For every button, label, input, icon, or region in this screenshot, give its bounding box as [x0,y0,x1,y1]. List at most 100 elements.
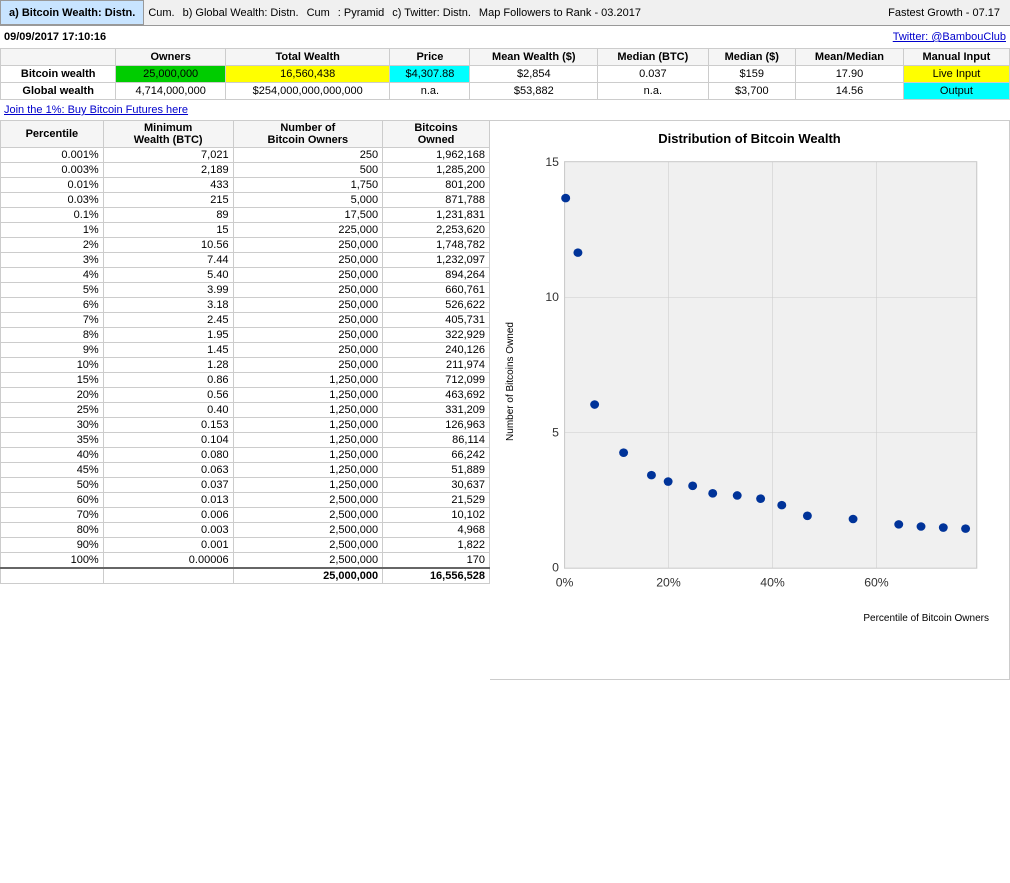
table-cell: 250 [233,148,383,163]
bitcoin-wealth-row: Bitcoin wealth 25,000,000 16,560,438 $4,… [1,66,1010,83]
bitcoin-total-wealth: 16,560,438 [225,66,389,83]
summary-table: Owners Total Wealth Price Mean Wealth ($… [0,48,1010,100]
col-header-manual: Manual Input [903,49,1009,66]
table-cell: 35% [1,433,104,448]
y-axis-label: Number of Bitcoins Owned [505,322,516,441]
table-row: 70%0.0062,500,00010,102 [1,508,490,523]
col-num-owners-header: Number ofBitcoin Owners [233,121,383,148]
table-cell: 240,126 [383,343,490,358]
lower-section: Percentile MinimumWealth (BTC) Number of… [0,120,1010,680]
join-link[interactable]: Join the 1%: Buy Bitcoin Futures here [0,100,1010,120]
table-cell: 1,250,000 [233,433,383,448]
table-cell: 2% [1,238,104,253]
table-cell: 1.45 [103,343,233,358]
table-cell: 66,242 [383,448,490,463]
global-wealth-row: Global wealth 4,714,000,000 $254,000,000… [1,83,1010,100]
table-cell: 0.006 [103,508,233,523]
table-cell: 126,963 [383,418,490,433]
table-cell: 500 [233,163,383,178]
table-cell: 2,189 [103,163,233,178]
table-cell: 89 [103,208,233,223]
table-cell: 250,000 [233,298,383,313]
table-cell: 86,114 [383,433,490,448]
tab-pyramid[interactable]: : Pyramid [334,0,388,25]
chart-container: Distribution of Bitcoin Wealth Number of… [490,120,1010,680]
table-cell: 0.01% [1,178,104,193]
tab-bitcoin-wealth[interactable]: a) Bitcoin Wealth: Distn. [0,0,144,25]
table-row: 25%0.401,250,000331,209 [1,403,490,418]
table-cell: 250,000 [233,268,383,283]
tab-global-wealth[interactable]: b) Global Wealth: Distn. [179,0,303,25]
table-row: 9%1.45250,000240,126 [1,343,490,358]
table-cell: 0.080 [103,448,233,463]
col-header-mean-median: Mean/Median [796,49,904,66]
table-cell: 250,000 [233,253,383,268]
global-total-wealth: $254,000,000,000,000 [225,83,389,100]
col-header-median-usd: Median ($) [708,49,796,66]
table-cell: 7.44 [103,253,233,268]
global-output: Output [903,83,1009,100]
table-cell: 10% [1,358,104,373]
tab-twitter[interactable]: c) Twitter: Distn. [388,0,475,25]
table-row: 50%0.0371,250,00030,637 [1,478,490,493]
table-cell: 1.95 [103,328,233,343]
table-cell: 0.003 [103,523,233,538]
table-row: 5%3.99250,000660,761 [1,283,490,298]
table-row: 4%5.40250,000894,264 [1,268,490,283]
svg-text:60%: 60% [864,576,889,590]
table-cell: 40% [1,448,104,463]
table-row: 60%0.0132,500,00021,529 [1,493,490,508]
table-cell: 15% [1,373,104,388]
bitcoin-median-btc: 0.037 [598,66,708,83]
global-label: Global wealth [1,83,116,100]
table-row: 10%1.28250,000211,974 [1,358,490,373]
table-cell: 405,731 [383,313,490,328]
table-cell: 5.40 [103,268,233,283]
table-cell: 2.45 [103,313,233,328]
table-row: 30%0.1531,250,000126,963 [1,418,490,433]
table-cell: 0.56 [103,388,233,403]
table-cell: 17,500 [233,208,383,223]
tab-map-followers[interactable]: Map Followers to Rank - 03.2017 [475,0,645,25]
table-cell: 871,788 [383,193,490,208]
table-cell: 60% [1,493,104,508]
table-cell: 9% [1,343,104,358]
table-row: 45%0.0631,250,00051,889 [1,463,490,478]
svg-text:0%: 0% [556,576,574,590]
table-cell: 10,102 [383,508,490,523]
table-cell: 1,748,782 [383,238,490,253]
table-row: 35%0.1041,250,00086,114 [1,433,490,448]
total-cell: 16,556,528 [383,568,490,584]
table-row: 80%0.0032,500,0004,968 [1,523,490,538]
data-table-container: Percentile MinimumWealth (BTC) Number of… [0,120,490,680]
table-cell: 50% [1,478,104,493]
table-cell: 2,253,620 [383,223,490,238]
table-cell: 10.56 [103,238,233,253]
table-cell: 3.99 [103,283,233,298]
total-cell [1,568,104,584]
table-row: 6%3.18250,000526,622 [1,298,490,313]
col-header-total-wealth: Total Wealth [225,49,389,66]
tab-cum2[interactable]: Cum [303,0,334,25]
table-cell: 0.037 [103,478,233,493]
table-row: 40%0.0801,250,00066,242 [1,448,490,463]
table-cell: 6% [1,298,104,313]
table-cell: 250,000 [233,283,383,298]
total-row: 25,000,00016,556,528 [1,568,490,584]
table-cell: 894,264 [383,268,490,283]
table-cell: 21,529 [383,493,490,508]
svg-text:20%: 20% [656,576,681,590]
table-cell: 2,500,000 [233,538,383,553]
table-cell: 1% [1,223,104,238]
bitcoin-price: $4,307.88 [390,66,470,83]
table-row: 90%0.0012,500,0001,822 [1,538,490,553]
tab-cum1[interactable]: Cum. [144,0,178,25]
global-mean-median: 14.56 [796,83,904,100]
table-cell: 2,500,000 [233,508,383,523]
table-row: 2%10.56250,0001,748,782 [1,238,490,253]
twitter-link[interactable]: Twitter: @BambouClub [893,31,1006,43]
table-cell: 1,750 [233,178,383,193]
table-cell: 1.28 [103,358,233,373]
table-cell: 1,250,000 [233,403,383,418]
timestamp: 09/09/2017 17:10:16 [4,31,106,43]
